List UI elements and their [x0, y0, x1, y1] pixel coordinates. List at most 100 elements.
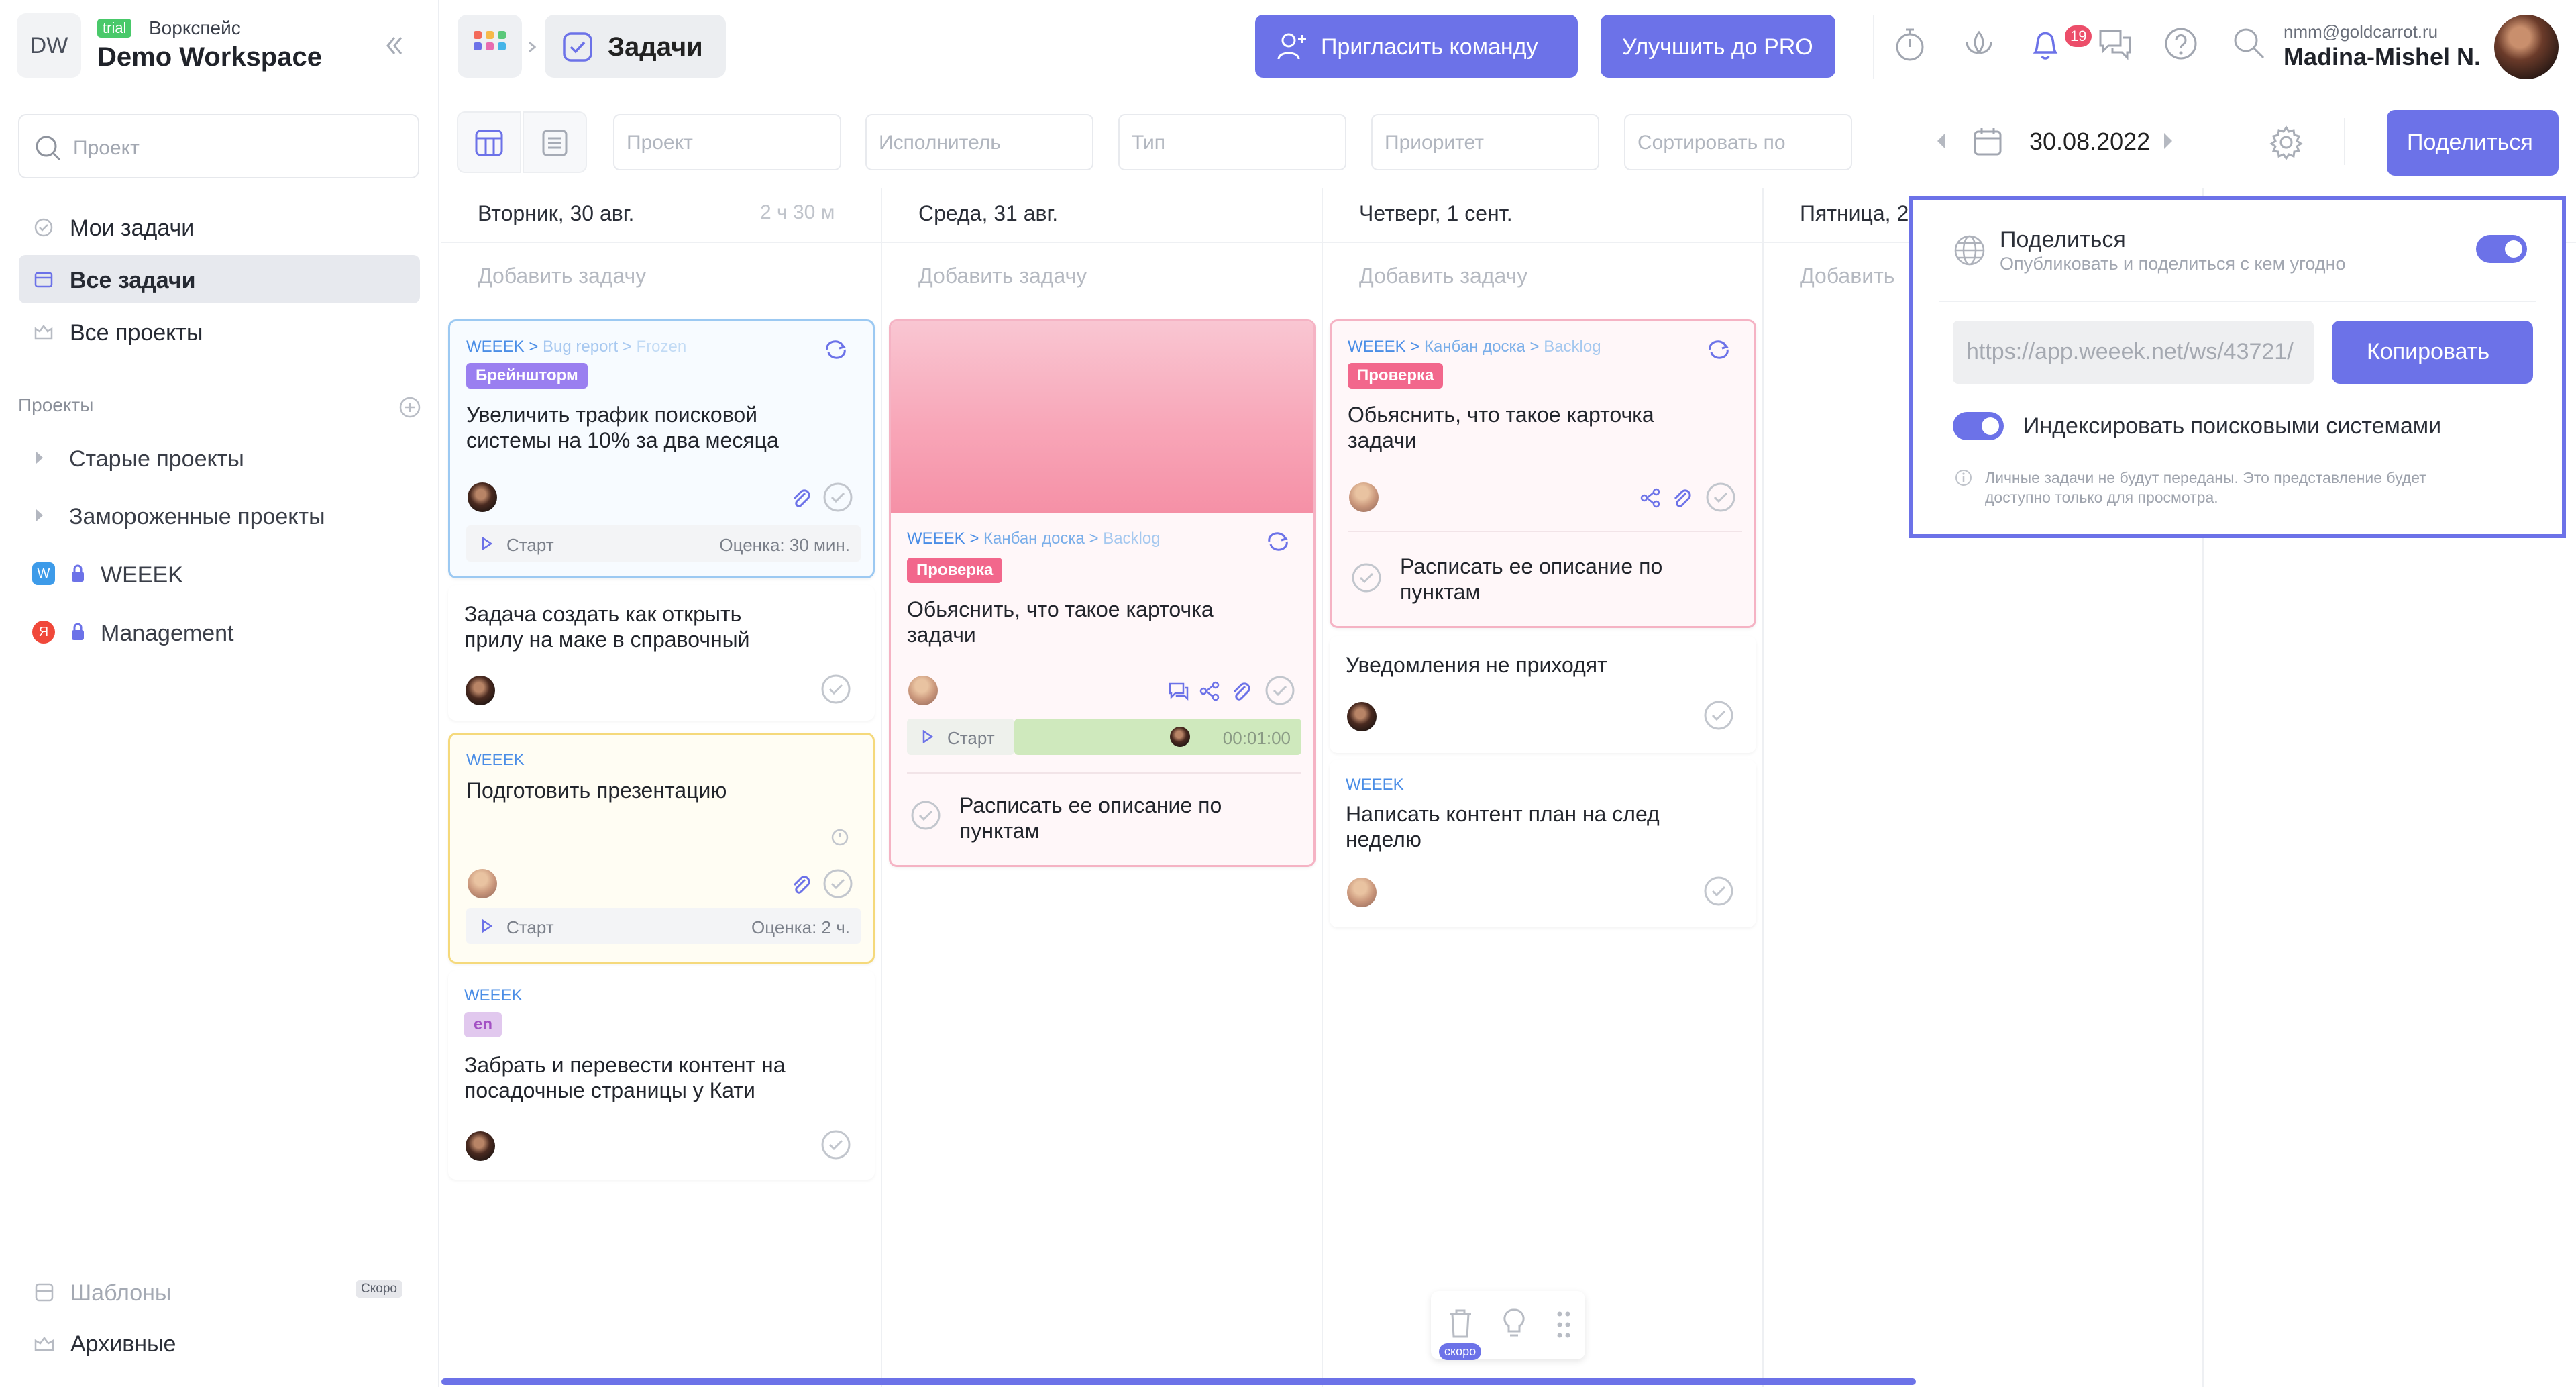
- complete-check-icon[interactable]: [820, 673, 852, 705]
- complete-check-icon[interactable]: [1705, 481, 1737, 513]
- task-card[interactable]: WEEEK en Забрать и перевести контент на …: [448, 970, 875, 1180]
- nav-archive[interactable]: Архивные: [19, 1319, 421, 1366]
- assignee-avatar[interactable]: [468, 482, 497, 512]
- search-icon[interactable]: [2231, 25, 2266, 62]
- card-breadcrumb: WEEEK > Bug report > Frozen: [466, 338, 687, 356]
- workspace-name[interactable]: Demo Workspace: [97, 42, 322, 72]
- toolbar-divider: [2344, 118, 2345, 165]
- filter-project[interactable]: Проект: [613, 114, 841, 170]
- add-project-icon[interactable]: [398, 396, 421, 419]
- copy-label: Копировать: [2367, 339, 2490, 364]
- add-task-button[interactable]: Добавить задачу: [918, 264, 1087, 289]
- add-task-button[interactable]: Добавить задачу: [478, 264, 646, 289]
- subtasks-icon[interactable]: [1198, 680, 1221, 703]
- current-date[interactable]: 30.08.2022: [2029, 127, 2150, 156]
- list-view-button[interactable]: [523, 111, 587, 173]
- index-toggle[interactable]: [1953, 412, 2004, 440]
- assignee-avatar[interactable]: [908, 676, 938, 705]
- subtask-title: Расписать ее описание по пунктам: [959, 793, 1222, 843]
- calendar-icon[interactable]: [1972, 126, 2003, 157]
- complete-check-icon[interactable]: [1703, 875, 1735, 907]
- settings-gear-icon[interactable]: [2269, 125, 2304, 160]
- board-view-button[interactable]: [457, 111, 521, 173]
- assignee-avatar[interactable]: [1347, 878, 1377, 907]
- assignee-avatar[interactable]: [466, 1131, 495, 1161]
- trash-icon[interactable]: [1447, 1308, 1474, 1339]
- nav-all-tasks[interactable]: Все задачи: [19, 255, 420, 303]
- lightbulb-icon[interactable]: [1502, 1307, 1526, 1341]
- attachment-icon[interactable]: [789, 873, 812, 896]
- complete-check-icon[interactable]: [1703, 699, 1735, 731]
- timer-value: 00:01:00: [1222, 728, 1291, 748]
- bell-icon[interactable]: [2027, 25, 2063, 63]
- chat-icon[interactable]: [2096, 25, 2134, 62]
- task-card[interactable]: WEEEK > Канбан доска > Backlog Проверка …: [1330, 319, 1756, 628]
- project-search-input[interactable]: Проект: [18, 114, 419, 178]
- complete-check-icon[interactable]: [822, 481, 854, 513]
- add-task-button[interactable]: Добавить: [1800, 264, 1894, 289]
- attachment-icon[interactable]: [1670, 486, 1693, 509]
- board-view-icon: [475, 130, 503, 156]
- project-frozen[interactable]: Замороженные проекты: [19, 492, 421, 539]
- complete-check-icon[interactable]: [820, 1129, 852, 1161]
- project-old[interactable]: Старые проекты: [19, 434, 421, 481]
- workspace-avatar[interactable]: DW: [17, 13, 81, 78]
- attachment-icon[interactable]: [1229, 680, 1252, 703]
- start-timer-label[interactable]: Старт: [506, 535, 554, 556]
- next-date-icon[interactable]: [2163, 132, 2174, 150]
- play-icon[interactable]: [481, 919, 493, 933]
- filter-label: Сортировать по: [1638, 132, 1786, 154]
- upgrade-pro-button[interactable]: Улучшить до PRO: [1601, 15, 1835, 78]
- share-toggle[interactable]: [2476, 235, 2527, 263]
- prev-date-icon[interactable]: [1936, 132, 1947, 150]
- subtasks-icon[interactable]: [1639, 486, 1662, 509]
- filter-assignee[interactable]: Исполнитель: [865, 114, 1093, 170]
- add-task-button[interactable]: Добавить задачу: [1359, 264, 1527, 289]
- assignee-avatar[interactable]: [468, 869, 497, 898]
- play-icon[interactable]: [481, 537, 493, 550]
- filter-sort[interactable]: Сортировать по: [1624, 114, 1852, 170]
- task-card[interactable]: WEEEK > Bug report > Frozen Брейншторм У…: [448, 319, 875, 578]
- assignee-avatar[interactable]: [466, 676, 495, 705]
- share-url-field[interactable]: https://app.weeek.net/ws/43721/: [1953, 321, 2314, 384]
- meditation-icon[interactable]: [1960, 25, 1998, 63]
- filter-type[interactable]: Тип: [1118, 114, 1346, 170]
- nav-my-tasks[interactable]: Мои задачи: [19, 203, 420, 251]
- assignee-avatar[interactable]: [1349, 482, 1379, 512]
- collapse-sidebar-icon[interactable]: [381, 32, 408, 59]
- share-button[interactable]: Поделиться: [2387, 110, 2559, 176]
- project-weeek[interactable]: W WEEEK: [19, 550, 421, 597]
- horizontal-scrollbar[interactable]: [441, 1378, 1916, 1385]
- start-timer-label[interactable]: Старт: [506, 917, 554, 938]
- stopwatch-icon[interactable]: [1893, 25, 1927, 63]
- help-icon[interactable]: [2163, 25, 2199, 62]
- start-footer: Старт: [907, 719, 1014, 755]
- card-cover-image: [891, 321, 1313, 513]
- complete-check-icon[interactable]: [1264, 674, 1296, 707]
- subtask-check-icon[interactable]: [1350, 562, 1383, 594]
- subtask-check-icon[interactable]: [910, 799, 942, 831]
- complete-check-icon[interactable]: [822, 868, 854, 900]
- task-card[interactable]: Задача создать как открыть прилу на маке…: [448, 585, 875, 721]
- filter-priority[interactable]: Приоритет: [1371, 114, 1599, 170]
- user-avatar[interactable]: [2494, 15, 2559, 79]
- project-management[interactable]: Я Management: [19, 609, 421, 656]
- task-card[interactable]: WEEEK Написать контент план на след неде…: [1330, 760, 1756, 927]
- apps-grid-button[interactable]: [458, 15, 522, 78]
- task-card[interactable]: WEEEK Подготовить презентацию Старт Оцен…: [448, 733, 875, 964]
- assignee-avatar[interactable]: [1347, 702, 1377, 731]
- user-name[interactable]: Madina-Mishel N.: [2284, 43, 2481, 71]
- estimate-label: Оценка: 2 ч.: [751, 917, 850, 937]
- tasks-tab[interactable]: Задачи: [545, 15, 726, 78]
- task-card[interactable]: Уведомления не приходят: [1330, 636, 1756, 753]
- attachment-icon[interactable]: [789, 486, 812, 509]
- play-icon[interactable]: [922, 730, 934, 743]
- invite-team-button[interactable]: Пригласить команду: [1255, 15, 1578, 78]
- copy-link-button[interactable]: Копировать: [2332, 321, 2533, 384]
- lock-icon: [72, 623, 84, 640]
- start-timer-label[interactable]: Старт: [947, 728, 995, 749]
- drag-handle-icon[interactable]: [1556, 1310, 1572, 1339]
- comment-icon[interactable]: [1167, 680, 1190, 703]
- task-card[interactable]: WEEEK > Канбан доска > Backlog Проверка …: [889, 319, 1316, 867]
- nav-all-projects[interactable]: Все проекты: [19, 307, 420, 356]
